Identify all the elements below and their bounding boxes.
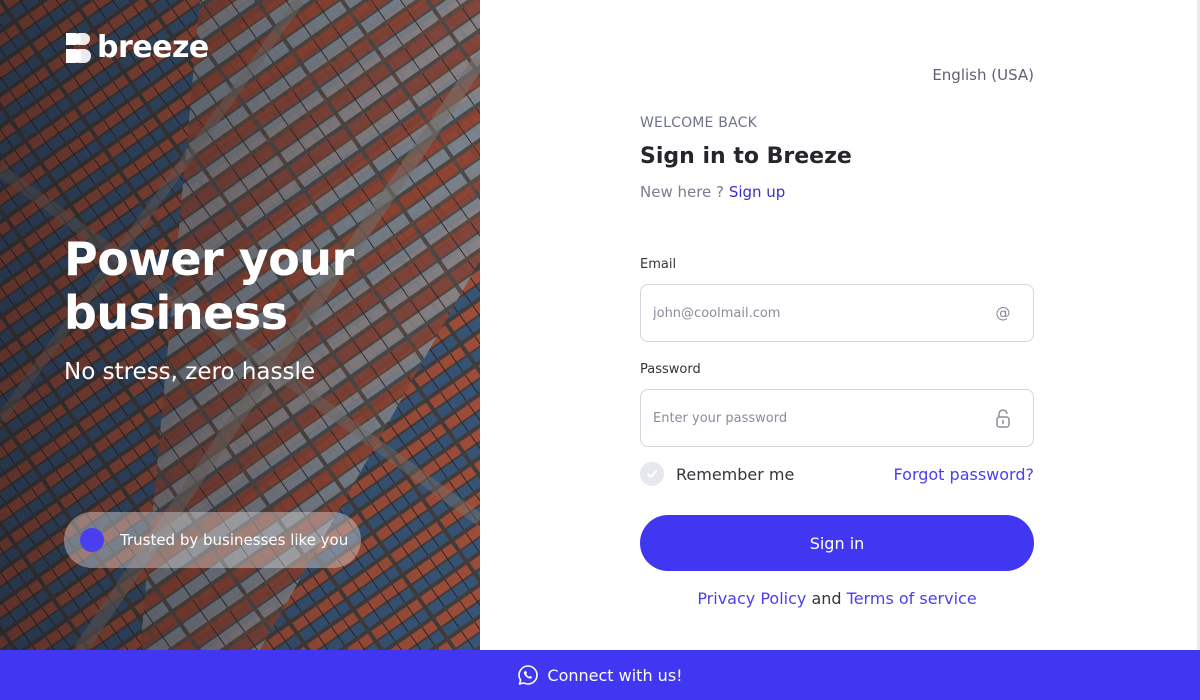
email-input[interactable]: [653, 285, 973, 341]
signup-link[interactable]: Sign up: [729, 183, 786, 201]
password-input[interactable]: [653, 390, 973, 446]
at-icon: @: [995, 304, 1011, 322]
trust-dot-icon: [80, 528, 104, 552]
remember-checkbox[interactable]: [640, 462, 664, 486]
connect-label: Connect with us!: [547, 665, 683, 685]
brand-name: breeze: [97, 30, 209, 65]
remember-label: Remember me: [676, 464, 795, 484]
legal-and-text: and: [811, 589, 842, 608]
connect-bar[interactable]: Connect with us!: [0, 650, 1200, 700]
check-icon: [647, 470, 657, 478]
hero-title: Power your business: [64, 232, 354, 340]
brand-logo[interactable]: breeze: [64, 30, 209, 65]
password-field-container: [640, 389, 1034, 447]
terms-of-service-link[interactable]: Terms of service: [847, 589, 977, 608]
email-field-container: @: [640, 284, 1034, 342]
breeze-logo-icon: [66, 32, 91, 63]
remember-me[interactable]: Remember me: [640, 462, 794, 486]
email-label: Email: [640, 257, 677, 272]
hero-panel: breeze Power your business No stress, ze…: [0, 0, 480, 650]
page-title: Sign in to Breeze: [640, 144, 852, 169]
privacy-policy-link[interactable]: Privacy Policy: [697, 589, 806, 608]
welcome-eyebrow: WELCOME BACK: [640, 115, 757, 131]
trust-text: Trusted by businesses like you: [120, 531, 349, 549]
new-here-text: New here ?: [640, 183, 725, 201]
sign-in-button[interactable]: Sign in: [640, 515, 1034, 571]
whatsapp-icon: [518, 665, 539, 685]
hero-subtitle: No stress, zero hassle: [64, 359, 316, 385]
signup-prompt: New here ? Sign up: [640, 183, 785, 201]
language-selector[interactable]: English (USA): [932, 66, 1034, 84]
forgot-password-link[interactable]: Forgot password?: [894, 465, 1034, 484]
lock-icon[interactable]: [993, 408, 1013, 428]
trust-badge: Trusted by businesses like you: [64, 512, 361, 568]
legal-links: Privacy Policy and Terms of service: [640, 589, 1034, 608]
password-label: Password: [640, 362, 701, 377]
